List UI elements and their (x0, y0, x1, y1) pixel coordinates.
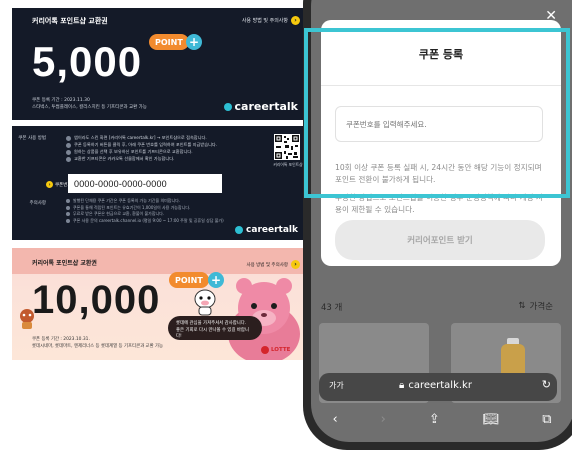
arrow-right-icon: › (291, 260, 300, 269)
redeem-point-button[interactable]: 커리어포인트 받기 (335, 220, 545, 260)
coupon-title: 커리어톡 포인트샵 교환권 (32, 260, 97, 267)
phone-frame: ✕ 쿠폰 등록 10회 이상 쿠폰 등록 실패 시, 24시간 동안 해당 기능… (303, 0, 572, 450)
coupon-meta: 쿠폰 등록 기간 : 2023.10.31. 롯데시네마, 롯데마트, 엔제리너… (32, 336, 163, 350)
usage-guide-link[interactable]: 사용 방법 및 주의사항 › (242, 16, 300, 25)
coupon-code-field: 0000-0000-0000-0000 (68, 174, 222, 193)
usage-section-label: 쿠폰 사용 방법 (18, 136, 46, 141)
product-count: 43 개 (321, 303, 343, 313)
qr-code-icon (274, 134, 300, 160)
speech-bubble: 롯데에 관심을 가져주셔서 감사합니다. 좋은 기회로 다시 만나볼 수 있길 … (168, 316, 262, 340)
tabs-icon[interactable]: ⧉ (542, 412, 551, 427)
url-text: 🔒︎ careertalk.kr (399, 380, 472, 391)
lock-icon: 🔒︎ (399, 380, 405, 391)
arrow-right-icon: › (291, 16, 300, 25)
careertalk-logo-icon (223, 102, 232, 111)
coupon-exchange-info: 스타벅스, 투썸플레이스, 컬리스치킨 등 기프티콘과 교환 가능 (32, 105, 147, 110)
divider (321, 85, 561, 86)
cow-character-icon (194, 289, 216, 316)
coupon-exchange-info: 롯데시네마, 롯데마트, 엔제리너스 등 롯데계열 등 기프티콘과 교환 가능 (32, 344, 164, 349)
screenshot: 커리어톡 포인트샵 교환권 사용 방법 및 주의사항 › 5,000 POINT… (0, 0, 572, 456)
coupon-register-modal: 쿠폰 등록 10회 이상 쿠폰 등록 실패 시, 24시간 동안 해당 기능이 … (321, 20, 561, 266)
usage-step: 쿠폰 등록하기 버튼을 클릭 후, 아래 쿠폰 번호를 입력하여 포인트를 지급… (66, 141, 217, 148)
coupon-code-input[interactable] (335, 106, 543, 142)
usage-steps: 앱이라도 스킨 화면 [커리어톡 careertalk.kr] → 포인트샵으로… (66, 134, 217, 162)
usage-guide-link[interactable]: 사용 방법 및 주의사항 › (246, 260, 300, 269)
back-icon[interactable]: ‹ (332, 412, 337, 427)
modal-title: 쿠폰 등록 (418, 48, 464, 61)
sort-icon: ⇅ (518, 301, 526, 311)
plus-icon: + (186, 34, 202, 50)
forward-icon[interactable]: › (381, 412, 386, 427)
reload-icon[interactable]: ↻ (542, 378, 551, 391)
phone-screen: ✕ 쿠폰 등록 10회 이상 쿠폰 등록 실패 시, 24시간 동안 해당 기능… (311, 0, 572, 442)
lotte-logo-icon (261, 346, 269, 354)
notes-label: 주의사항 (29, 201, 46, 206)
usage-step: 교환한 기프티콘은 카카오톡 선물함에서 확인 가능합니다. (66, 155, 217, 162)
sort-button[interactable]: ⇅ 가격순 (518, 300, 553, 312)
careertalk-logo-icon (235, 226, 244, 234)
coupon-card-5000: 커리어톡 포인트샵 교환권 사용 방법 및 주의사항 › 5,000 POINT… (12, 8, 308, 120)
careertalk-logo: careertalk (235, 225, 298, 235)
policy-warning-text: 부당한 방법으로 포인트샵을 이용한 경우 운영정책에 따라 계정 사용이 제한… (335, 193, 543, 214)
usage-guide-label: 사용 방법 및 주의사항 (241, 18, 288, 24)
share-icon[interactable]: ⇪ (429, 412, 440, 427)
coupon-period: 쿠폰 등록 기간 : 2023.11.30 (32, 98, 90, 103)
point-badge: POINT (149, 34, 189, 50)
sticker-icon (20, 309, 34, 329)
usage-step: 원하는 상품을 선택 후 보유하신 포인트를 기프티콘으로 교환합니다. (66, 148, 217, 155)
coupon-card-10000-lotte: 커리어톡 포인트샵 교환권 사용 방법 및 주의사항 › 10,000 POIN… (12, 248, 308, 360)
lotte-logo: LOTTE (261, 346, 290, 354)
careertalk-logo: careertalk (223, 100, 298, 113)
coupon-usage-card: 쿠폰 사용 방법 앱이라도 스킨 화면 [커리어톡 careertalk.kr]… (12, 126, 308, 240)
coupon-title: 커리어톡 포인트샵 교환권 (32, 17, 108, 25)
note-item: 쿠폰 사용 문의 careertalk.channel.io (평일 9:00 … (66, 218, 224, 225)
usage-notes: 발행된 단체용 쿠폰 기간은 쿠폰 등록의 가능 기간을 의미합니다. 쿠폰을 … (66, 198, 224, 224)
sort-label: 가격순 (529, 302, 553, 312)
qr-caption: 커리어톡 포인트샵 (273, 162, 303, 167)
failure-warning-text: 10회 이상 쿠폰 등록 실패 시, 24시간 동안 해당 기능이 정지되며 포… (335, 163, 542, 184)
text-size-button[interactable]: 가가 (329, 380, 344, 391)
point-badge: POINT (169, 272, 209, 288)
brand-name: careertalk (234, 100, 298, 113)
note-item: 발행된 단체용 쿠폰 기간은 쿠폰 등록의 가능 기간을 의미합니다. (66, 198, 224, 205)
arrow-right-icon: › (46, 181, 53, 188)
usage-step: 앱이라도 스킨 화면 [커리어톡 careertalk.kr] → 포인트샵으로… (66, 134, 217, 141)
note-item: 무료로 받은 쿠폰은 현금으로 교환, 환불이 불가합니다. (66, 211, 224, 218)
coupon-meta: 쿠폰 등록 기간 : 2023.11.30 스타벅스, 투썸플레이스, 컬리스치… (32, 97, 147, 111)
address-bar[interactable]: 가가 🔒︎ careertalk.kr ↻ (319, 373, 557, 401)
coupon-amount: 5,000 (32, 38, 143, 85)
bookmarks-icon[interactable]: 📖︎ (483, 412, 500, 427)
coupon-amount: 10,000 (32, 278, 161, 322)
coupon-period: 쿠폰 등록 기간 : 2023.10.31. (32, 337, 90, 342)
browser-toolbar: ‹ › ⇪ 📖︎ ⧉ (311, 406, 572, 432)
